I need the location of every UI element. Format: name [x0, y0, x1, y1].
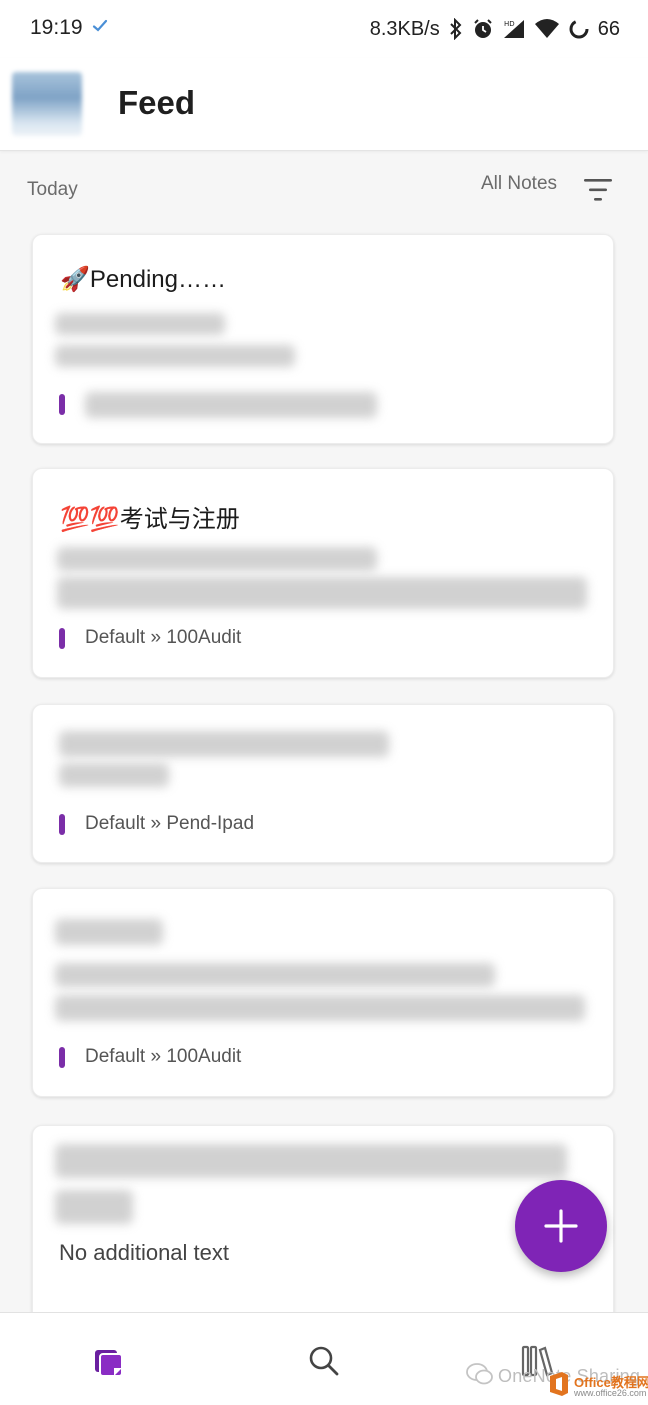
section-label-today: Today: [27, 179, 78, 200]
search-icon[interactable]: [304, 1341, 344, 1381]
note-card[interactable]: 🚀Pending……: [32, 234, 614, 444]
blurred-preview: [55, 995, 585, 1021]
section-color-bar: [59, 628, 65, 649]
notes-icon[interactable]: [90, 1341, 130, 1381]
status-time: 19:19: [30, 16, 83, 39]
bottom-nav: OneNote Sharing Office教程网 www.office26.c…: [0, 1312, 648, 1405]
office-logo-icon: [550, 1372, 568, 1396]
blurred-preview: [57, 547, 377, 571]
note-location: Default » 100Audit: [85, 627, 242, 648]
svg-text:HD: HD: [504, 20, 515, 28]
wechat-icon: [466, 1363, 493, 1385]
rocket-icon: 🚀: [60, 266, 90, 293]
status-icons: 8.3KB/s HD 66: [370, 14, 620, 44]
note-location: Default » 100Audit: [85, 1046, 242, 1067]
filter-label[interactable]: All Notes: [481, 173, 557, 195]
bluetooth-icon: [450, 18, 462, 40]
app-header: Feed: [0, 58, 648, 151]
note-title: 💯💯考试与注册: [60, 506, 240, 533]
blurred-preview: [55, 1190, 133, 1224]
blurred-preview: [57, 577, 587, 609]
blurred-preview: [59, 731, 389, 757]
blurred-preview: [55, 313, 225, 335]
filter-icon[interactable]: [583, 177, 613, 203]
battery-ring-icon: [569, 19, 589, 39]
page-title: Feed: [118, 84, 196, 121]
blurred-preview: [59, 763, 169, 787]
note-title: 🚀Pending……: [60, 266, 226, 293]
battery-level: 66: [597, 17, 620, 40]
blurred-preview: [55, 963, 495, 987]
note-location: Default » Pend-Ipad: [85, 813, 255, 834]
section-color-bar: [59, 394, 65, 415]
wifi-icon: [534, 19, 559, 38]
status-bar: 19:19 8.3KB/s HD 66: [0, 0, 648, 58]
blurred-preview: [55, 345, 295, 367]
section-color-bar: [59, 1047, 65, 1068]
hundred-points-icon: 💯💯: [60, 506, 120, 533]
avatar[interactable]: [12, 72, 82, 136]
section-color-bar: [59, 814, 65, 835]
note-card[interactable]: 💯💯考试与注册 Default » 100Audit: [32, 468, 614, 678]
no-additional-text: No additional text: [59, 1240, 229, 1265]
alarm-icon: [474, 19, 492, 38]
new-note-button[interactable]: [515, 1180, 607, 1272]
blurred-preview: [55, 919, 163, 945]
net-speed: 8.3KB/s: [369, 17, 440, 40]
blurred-tag: [85, 392, 377, 418]
check-icon: [92, 19, 108, 32]
plus-icon: [544, 1209, 578, 1243]
hd-signal-icon: HD: [502, 19, 524, 38]
site-url: www.office26.com: [574, 1388, 647, 1398]
note-card[interactable]: Default » Pend-Ipad: [32, 704, 614, 863]
note-card[interactable]: Default » 100Audit: [32, 888, 614, 1097]
blurred-preview: [55, 1144, 567, 1178]
